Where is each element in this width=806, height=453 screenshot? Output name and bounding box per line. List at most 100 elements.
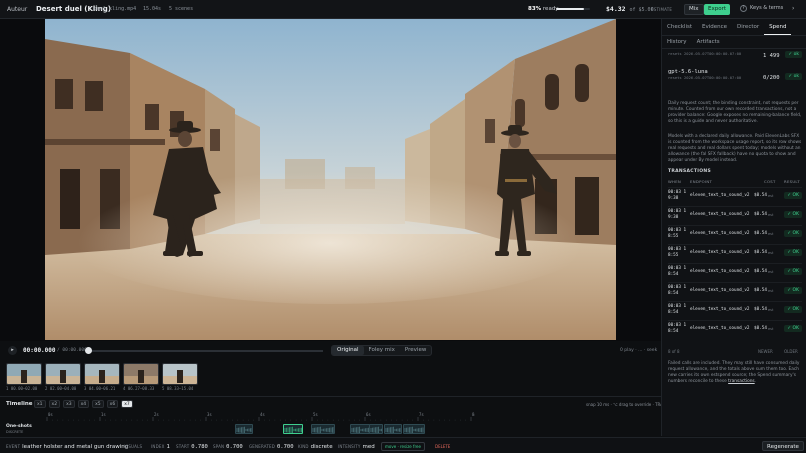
regenerate-button[interactable]: Regenerate	[762, 441, 804, 451]
app-root: Auteur Desert duel (Kling) duel_kling.mp…	[0, 0, 806, 453]
check-icon: ✓	[787, 288, 792, 293]
transactions-link[interactable]: transactions	[728, 379, 755, 384]
one-shot-clip[interactable]	[403, 424, 425, 434]
timeline-title: Timeline	[6, 401, 33, 407]
track-name: One-shots	[6, 424, 32, 429]
transaction-row[interactable]: 00:03 1 8:54 eleven_text_to_sound_v2 $0.54…	[668, 282, 802, 300]
scene-count: 5 scenes	[169, 6, 194, 12]
transaction-result-badge: ✓ OK	[784, 192, 802, 199]
panel-subtab[interactable]: Artifacts	[692, 36, 725, 48]
check-icon: ✓	[787, 250, 792, 255]
thumbnail-image	[124, 364, 158, 384]
thumbnail-index: 1	[6, 386, 9, 391]
zoom-level-button[interactable]: x1	[34, 400, 46, 408]
transaction-row[interactable]: 00:03 1 8:54 eleven_text_to_sound_v2 $0.54…	[668, 301, 802, 319]
span-value[interactable]: 0.700	[226, 444, 243, 450]
visuals-label: VISUALS	[124, 444, 143, 449]
event-value[interactable]: leather holster and metal gun drawing	[22, 444, 128, 450]
intensity-field: INTENSITY med	[338, 443, 375, 450]
video-still-image	[45, 19, 616, 340]
start-value[interactable]: 0.780	[191, 444, 208, 450]
transaction-endpoint: eleven_text_to_sound_v2	[690, 307, 750, 312]
play-button[interactable]: ▸	[8, 346, 17, 355]
brand-logo[interactable]: Auteur	[7, 6, 27, 13]
older-button[interactable]: OLDER	[784, 349, 798, 354]
transaction-row[interactable]: 00:03 1 9:38 eleven_text_to_sound_v2 $0.54…	[668, 206, 802, 224]
one-shot-clip[interactable]	[283, 424, 303, 434]
delete-button[interactable]: DELETE	[431, 442, 454, 451]
view-tab[interactable]: Original	[332, 346, 364, 355]
scene-thumbnail[interactable]	[84, 363, 120, 385]
panel-tab[interactable]: Director	[732, 19, 764, 35]
scene-thumbnails: 1 00.00–02.00 2 02.00–04.00 3 04.00–06.21 4…	[6, 363, 656, 395]
scene-thumbnail[interactable]	[123, 363, 159, 385]
model-quota-row: resets 2026-05-07T00:00:00-07:00 1 499 ✓…	[668, 51, 802, 59]
one-shot-clip[interactable]	[311, 424, 335, 434]
zoom-level-button[interactable]: x3	[63, 400, 75, 408]
transaction-when: 00:03 1 8:54	[668, 266, 687, 277]
scrub-handle[interactable]	[85, 347, 92, 354]
transaction-cost: $0.54	[754, 212, 767, 217]
one-shots-track[interactable]	[45, 422, 465, 434]
ready-percent: 83%	[528, 6, 542, 12]
one-shot-clip[interactable]	[384, 424, 402, 434]
column-header: WHEN	[668, 179, 682, 184]
visuals-key: VISUALS	[124, 443, 142, 450]
mix-button[interactable]: Mix	[684, 4, 704, 15]
index-field: INDEX 1	[151, 443, 170, 450]
transaction-cost: $0.54	[754, 307, 767, 312]
panel-tab[interactable]: Evidence	[697, 19, 732, 35]
transaction-row[interactable]: 00:03 1 8:54 eleven_text_to_sound_v2 $0.54…	[668, 320, 802, 338]
view-tab[interactable]: Foley mix	[364, 346, 400, 355]
zoom-level-button[interactable]: x4	[77, 400, 90, 408]
view-tab[interactable]: Preview	[400, 346, 431, 355]
transaction-row[interactable]: 00:03 1 8:55 eleven_text_to_sound_v2 $0.54…	[668, 244, 802, 262]
spend-total: $4.32 of $5.00	[606, 5, 654, 13]
event-inspector: EVENT leather holster and metal gun draw…	[0, 437, 806, 453]
video-frame[interactable]	[45, 19, 616, 340]
scene-thumbnail[interactable]	[45, 363, 81, 385]
check-icon: ✓	[788, 74, 793, 79]
transaction-row[interactable]: 00:03 1 8:54 eleven_text_to_sound_v2 $0.54…	[668, 263, 802, 281]
keys-terms-link[interactable]: ? Keys & terms	[740, 5, 783, 12]
one-shot-clip[interactable]	[369, 424, 383, 434]
collapse-panel-icon[interactable]: ›	[792, 5, 794, 12]
panel-tab[interactable]: Checklist	[662, 19, 697, 35]
transaction-cost-unit: est	[768, 308, 774, 312]
check-icon: ✓	[787, 307, 792, 312]
check-icon: ✓	[787, 231, 792, 236]
playback-hint: 0 play · ... · seek	[620, 348, 658, 353]
help-icon: ?	[740, 5, 747, 12]
one-shot-clip[interactable]	[235, 424, 253, 434]
zoom-level-button[interactable]: x5	[92, 400, 104, 408]
clip-waveform	[385, 426, 401, 433]
transaction-endpoint: eleven_text_to_sound_v2	[690, 288, 750, 293]
panel-tab[interactable]: Spend	[764, 19, 792, 35]
scene-thumbnail[interactable]	[162, 363, 198, 385]
panel-subtab[interactable]: History	[662, 36, 692, 48]
track-type: DISCRETE	[6, 430, 24, 434]
zoom-level-button[interactable]: x7	[121, 400, 133, 408]
newer-button[interactable]: NEWER	[758, 349, 773, 354]
kind-value[interactable]: discrete	[311, 444, 333, 450]
check-icon: ✓	[787, 193, 792, 198]
top-bar: Auteur Desert duel (Kling) duel_kling.mp…	[0, 0, 806, 19]
scene-thumbnail[interactable]	[6, 363, 42, 385]
thumbnail-index: 5	[162, 386, 165, 391]
transaction-cost: $0.54	[754, 288, 767, 293]
transaction-row[interactable]: 00:03 1 8:55 eleven_text_to_sound_v2 $0.54…	[668, 225, 802, 243]
intensity-value[interactable]: med	[362, 444, 374, 450]
status-text: ok	[793, 52, 799, 57]
transaction-cost: $0.54	[754, 193, 767, 198]
one-shot-clip[interactable]	[350, 424, 370, 434]
transaction-result-badge: ✓ OK	[784, 287, 802, 294]
timeline-ruler[interactable]: 0s 1s 2s 3s 4s 5s 6s 7s 8s	[45, 411, 475, 421]
export-button[interactable]: Export	[704, 4, 731, 15]
transaction-cost: $0.54	[754, 326, 767, 331]
zoom-level-button[interactable]: x6	[106, 400, 119, 408]
move-resize-button[interactable]: move · resize free	[381, 442, 425, 451]
scrub-track[interactable]	[87, 350, 323, 352]
thumbnail-image	[46, 364, 80, 384]
transaction-row[interactable]: 00:03 1 9:38 eleven_text_to_sound_v2 $0.54…	[668, 187, 802, 205]
zoom-level-button[interactable]: x2	[48, 400, 61, 408]
